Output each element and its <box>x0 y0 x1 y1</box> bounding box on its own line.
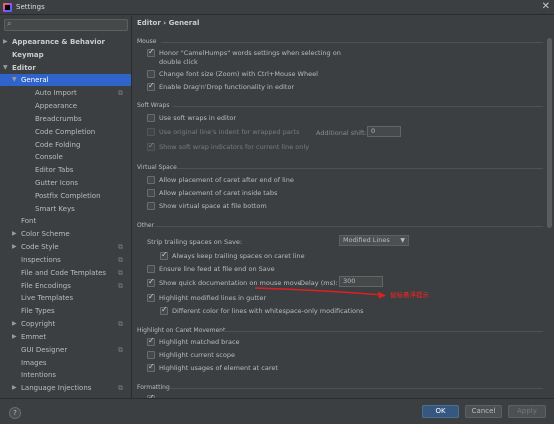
help-button[interactable]: ? <box>9 407 21 419</box>
cancel-button[interactable]: Cancel <box>465 405 502 418</box>
annotation-arrow-line <box>254 287 384 296</box>
dialog-footer: ? OK Cancel Apply <box>0 398 554 424</box>
ok-button[interactable]: OK <box>422 405 459 418</box>
annotation-arrow-head <box>378 291 386 299</box>
annotation-arrow <box>254 287 386 299</box>
apply-button[interactable]: Apply <box>508 405 546 418</box>
annotation-text: 鼠标悬浮提示 <box>390 291 429 299</box>
